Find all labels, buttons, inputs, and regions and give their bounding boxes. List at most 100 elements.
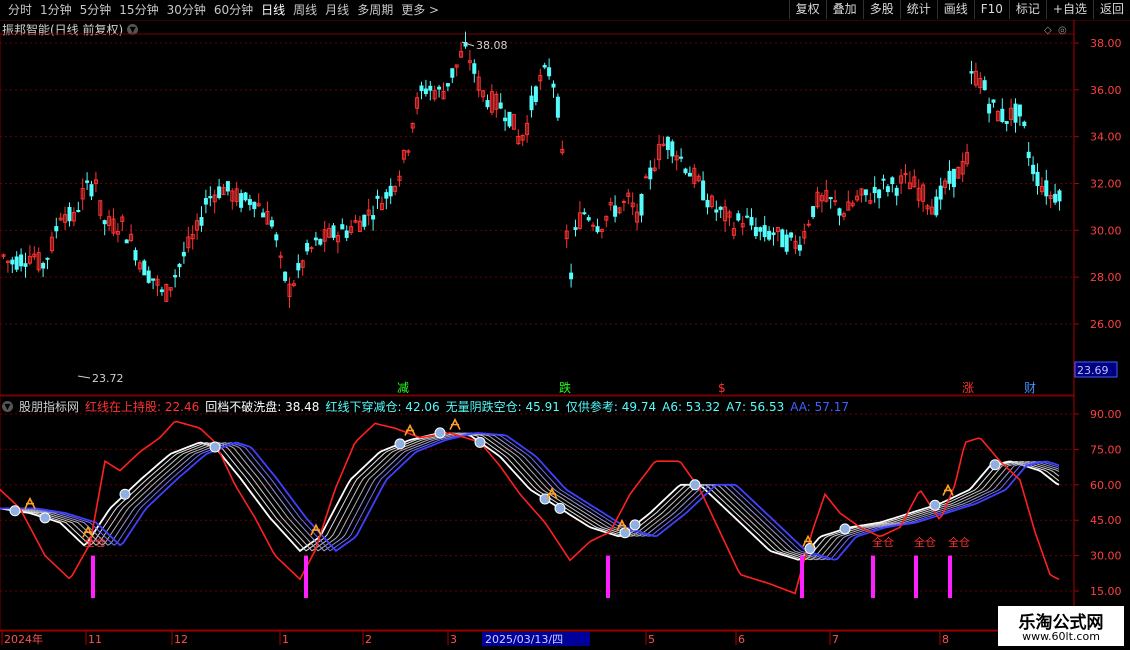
- cursor-date: 2025/03/13/四: [485, 633, 563, 646]
- candle-body: [437, 86, 442, 90]
- candle-body: [375, 195, 380, 199]
- price-tick-label: 30.00: [1090, 224, 1122, 237]
- grid-lines: [0, 42, 1074, 592]
- candle-body: [701, 180, 706, 201]
- candle-body: [67, 206, 72, 222]
- indicator-axis: 90.00 75.00 60.00 45.00 30.00 15.00: [1074, 408, 1122, 598]
- badge-icon: [474, 436, 486, 448]
- legend-item-7: AA: 57.17: [790, 399, 849, 414]
- candle-body: [591, 224, 596, 227]
- candle-body: [753, 227, 758, 237]
- candle-body: [811, 206, 816, 218]
- candle-body: [582, 212, 587, 215]
- candle-body: [885, 186, 890, 193]
- person-icon: [24, 496, 36, 510]
- event-marker: 涨: [962, 380, 974, 395]
- signal-label: 全仓: [914, 535, 936, 549]
- candle-body: [305, 242, 310, 252]
- candle-body: [344, 230, 349, 238]
- badge-icon: [619, 527, 631, 539]
- candle-body: [789, 232, 794, 238]
- candle-body: [485, 100, 490, 108]
- current-price-label: 23.69: [1077, 364, 1109, 377]
- x-label: 1: [282, 633, 289, 646]
- candle-body: [1004, 121, 1009, 124]
- badge-icon: [39, 512, 51, 524]
- candle-body: [621, 201, 626, 204]
- legend-item-3: 无量阴跌空仓: 45.91: [445, 400, 560, 414]
- candle-body: [384, 192, 389, 199]
- close-icon[interactable]: ◎: [1058, 25, 1067, 36]
- candle-body: [780, 229, 785, 248]
- signal-bar: [948, 555, 952, 599]
- candle-body: [23, 263, 28, 267]
- price-axis: 38.00 36.00 34.00 32.00 30.00 28.00 26.00 23.69: [1074, 37, 1122, 378]
- candle-body: [19, 254, 24, 267]
- candle-body: [217, 186, 222, 199]
- candle-body: [745, 215, 750, 218]
- candle-body: [1057, 190, 1062, 202]
- candle-body: [806, 223, 811, 226]
- candle-body: [758, 227, 763, 232]
- price-tick-label: 38.00: [1090, 37, 1122, 50]
- candle-body: [177, 263, 182, 268]
- candle-body: [894, 187, 899, 196]
- candle-body: [533, 86, 538, 102]
- diamond-icon[interactable]: ◇: [1044, 25, 1052, 36]
- candle-body: [547, 67, 552, 77]
- candle-body: [863, 189, 868, 196]
- candle-body: [45, 257, 50, 260]
- badge-icon: [9, 505, 21, 517]
- candle-body: [146, 270, 151, 283]
- candle-body: [705, 199, 710, 208]
- candle-body: [529, 95, 534, 111]
- candle-body: [1022, 121, 1027, 127]
- candle-body: [951, 168, 956, 188]
- legend-item-5: A6: 53.32: [662, 399, 721, 414]
- candle-body: [239, 193, 244, 208]
- price-tick-label: 28.00: [1090, 271, 1122, 284]
- chart-canvas[interactable]: 38.08 23.72 减 跌 $ 涨 财 38.00 36.00 34.00 32.00 30.0…: [0, 0, 1130, 650]
- candle-body: [362, 214, 367, 227]
- candle-body: [283, 271, 288, 281]
- candle-body: [181, 251, 186, 257]
- candle-body: [1000, 108, 1005, 122]
- candle-body: [54, 226, 59, 232]
- candle-body: [388, 185, 393, 197]
- indicator-tick-label: 45.00: [1090, 514, 1122, 527]
- indicator-lines: 全仓 全仓 全仓 全仓: [0, 417, 1060, 599]
- candle-body: [767, 230, 772, 240]
- badge-icon: [839, 523, 851, 535]
- candle-body: [736, 213, 741, 221]
- candle-body: [749, 217, 754, 226]
- candle-body: [124, 239, 129, 244]
- candle-body: [89, 184, 94, 197]
- candle-body: [934, 196, 939, 216]
- candle-body: [1031, 164, 1036, 175]
- person-icon: [942, 483, 954, 496]
- indicator-legend: ▼ 股朋指标网 红线在上持股: 22.46 回档不破洗盘: 38.48 红线下穿减仓…: [2, 398, 849, 415]
- badge-icon: [689, 479, 701, 491]
- indicator-tick-label: 75.00: [1090, 443, 1122, 456]
- candle-body: [714, 209, 719, 213]
- low-pointer: [77, 375, 91, 379]
- candle-body: [199, 217, 204, 226]
- settings-icon[interactable]: ▼: [2, 401, 13, 412]
- candle-body: [41, 262, 46, 269]
- candle-body: [947, 170, 952, 184]
- high-label: 38.08: [476, 39, 508, 52]
- candle-body: [1035, 171, 1040, 187]
- candle-body: [679, 156, 684, 159]
- candle-body: [872, 186, 877, 194]
- candle-body: [331, 225, 336, 238]
- candle-body: [828, 197, 833, 200]
- x-label: 6: [738, 633, 745, 646]
- candle-body: [639, 193, 644, 216]
- candle-body: [718, 206, 723, 210]
- event-marker: $: [718, 381, 726, 395]
- candle-body: [445, 83, 450, 87]
- signal-bar: [800, 555, 804, 599]
- candle-body: [274, 234, 279, 241]
- candle-body: [1044, 180, 1049, 197]
- candle-body: [991, 99, 996, 103]
